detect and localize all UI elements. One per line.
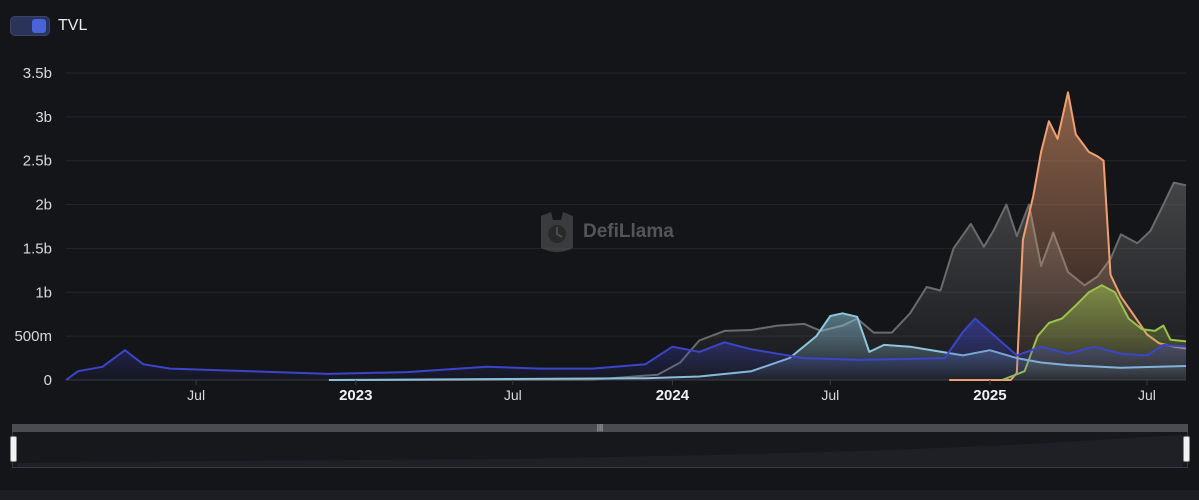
x-tick-label: 2024 <box>656 387 690 404</box>
defillama-watermark: DefiLlama <box>537 210 674 254</box>
brush-grip-icon[interactable]: ||| <box>596 424 604 432</box>
y-tick-label: 3b <box>35 109 52 126</box>
x-tick-label: Jul <box>1138 387 1156 403</box>
y-tick-label: 1.5b <box>23 240 52 257</box>
x-tick-label: Jul <box>504 387 522 403</box>
bottom-strip <box>0 490 1199 500</box>
y-tick-label: 2b <box>35 197 52 214</box>
y-tick-label: 3.5b <box>23 65 52 82</box>
y-tick-label: 500m <box>14 328 52 345</box>
x-tick-label: 2023 <box>339 387 372 404</box>
x-tick-label: Jul <box>821 387 839 403</box>
llama-logo-icon <box>541 212 573 252</box>
brush-handle-right[interactable] <box>1183 436 1190 462</box>
y-tick-label: 1b <box>35 284 52 301</box>
x-tick-label: 2025 <box>973 387 1006 404</box>
brush-handle-left[interactable] <box>10 436 17 462</box>
y-tick-label: 2.5b <box>23 153 52 170</box>
x-tick-label: Jul <box>187 387 205 403</box>
y-tick-label: 0 <box>44 372 52 389</box>
watermark-text: DefiLlama <box>583 221 674 242</box>
